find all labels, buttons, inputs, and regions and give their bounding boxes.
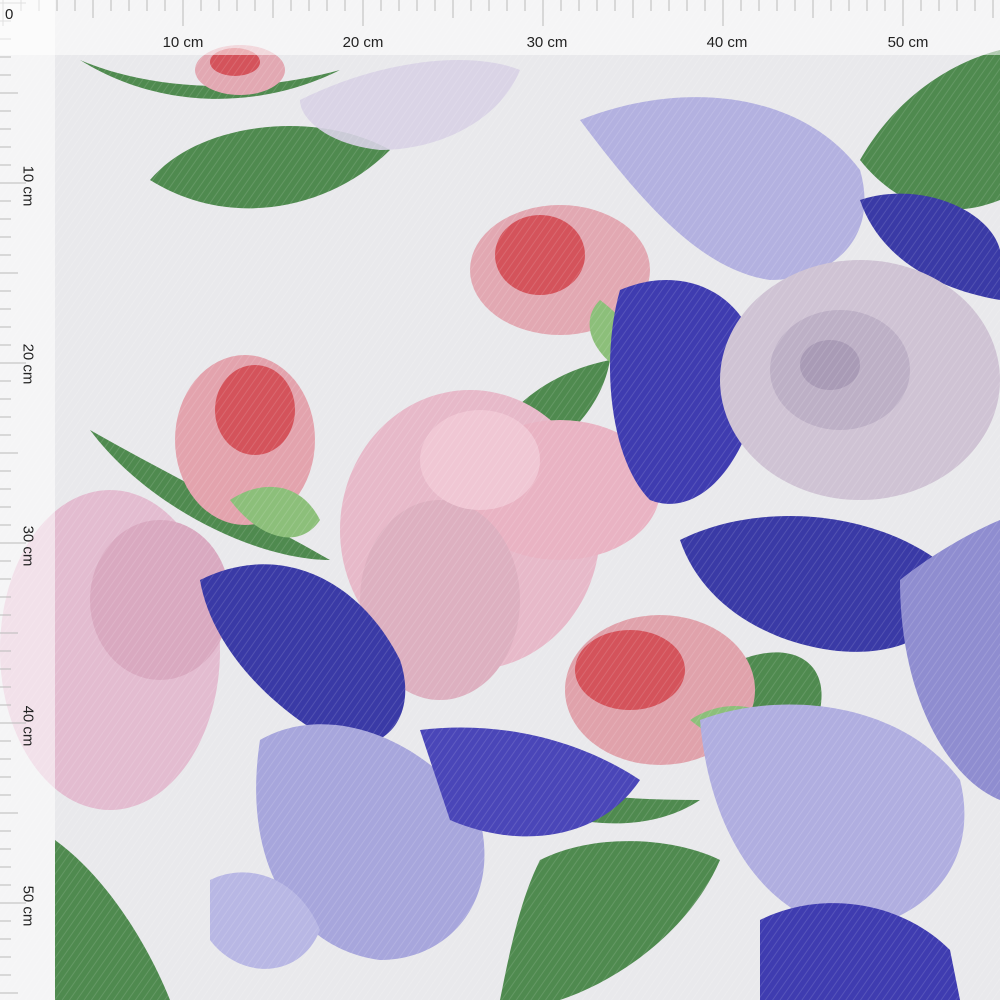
ruler-top-label-20: 20 cm [342,34,384,51]
ruler-top [0,0,1000,55]
ruler-left-label-50: 50 cm [19,885,37,927]
ruler-top-label-10: 10 cm [162,34,204,51]
ruler-left-label-30: 30 cm [19,525,37,567]
ruler-left-label-40: 40 cm [19,705,37,747]
ruler-top-label-30: 30 cm [526,34,568,51]
fabric-swatch: 0 10 cm 20 cm 30 cm 40 cm 50 cm 10 cm 20… [0,0,1000,1000]
ruler-zero-label: 0 [5,6,14,23]
ruler-left-label-20: 20 cm [19,343,37,385]
ruler-top-label-50: 50 cm [887,34,929,51]
ruler-left [0,0,55,1000]
floral-fabric-print [0,0,1000,1000]
ruler-top-label-40: 40 cm [706,34,748,51]
ruler-left-label-10: 10 cm [19,165,37,207]
